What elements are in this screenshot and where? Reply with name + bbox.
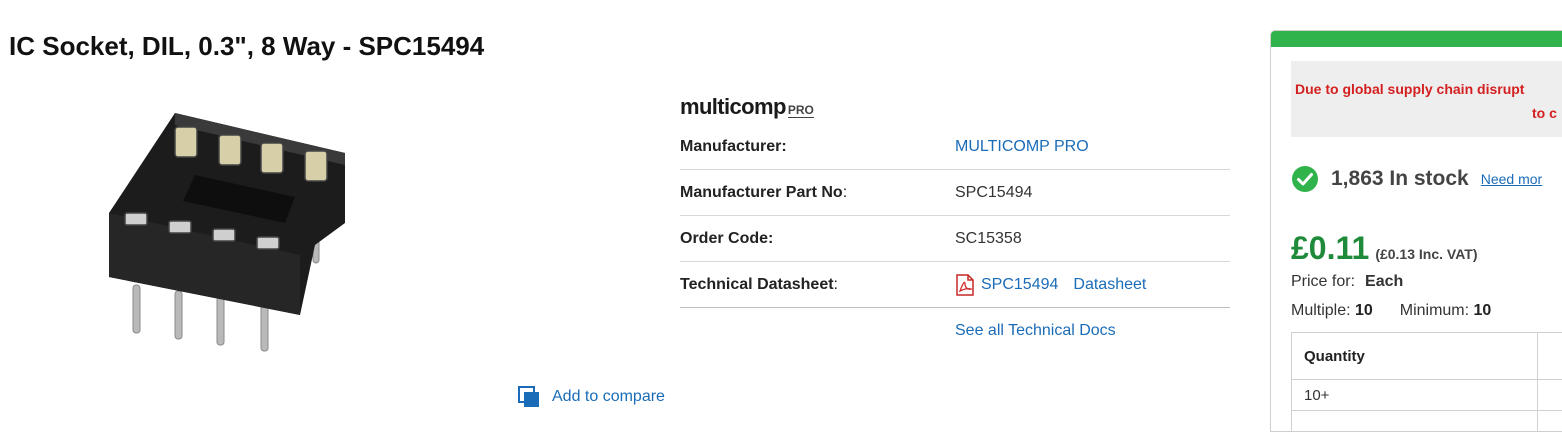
brand-suffix: PRO: [788, 103, 814, 118]
table-row: [1292, 411, 1562, 432]
compare-icon: [518, 386, 540, 408]
manufacturer-link[interactable]: MULTICOMP PRO: [955, 138, 1089, 156]
brand-logo: multicompPRO: [680, 94, 814, 120]
spec-row-part-no: Manufacturer Part No: SPC15494: [680, 170, 1230, 216]
datasheet-link[interactable]: SPC15494 Datasheet: [955, 274, 1146, 296]
multiple-minimum: Multiple: 10 Minimum: 10: [1291, 302, 1491, 320]
pdf-icon: [955, 274, 975, 296]
spec-label-text: Technical Datasheet: [680, 276, 834, 293]
spec-label: Manufacturer:: [680, 138, 955, 156]
price-for: Price for: Each: [1291, 273, 1403, 291]
quantity-cell: 10+: [1292, 380, 1538, 411]
quantity-header: Quantity: [1292, 333, 1538, 380]
buy-panel: Due to global supply chain disrupt to c …: [1270, 30, 1562, 432]
supply-chain-notice: Due to global supply chain disrupt to c: [1291, 61, 1562, 137]
product-title: IC Socket, DIL, 0.3", 8 Way - SPC15494: [9, 31, 484, 62]
multiple-label: Multiple:: [1291, 302, 1351, 319]
need-more-link[interactable]: Need mor: [1481, 171, 1542, 187]
table-cell: [1538, 380, 1562, 411]
product-image: [95, 105, 355, 360]
add-to-compare-button[interactable]: Add to compare: [518, 386, 665, 408]
price-inc-vat: (£0.13 Inc. VAT): [1375, 246, 1477, 262]
stock-count: 1,863 In stock: [1331, 167, 1469, 191]
spec-label-colon: :: [843, 184, 847, 201]
spec-row-datasheet: Technical Datasheet: SPC15494 Datasheet: [680, 262, 1230, 308]
price-break-table: Quantity 10+: [1291, 332, 1562, 432]
datasheet-word-link[interactable]: Datasheet: [1073, 276, 1146, 294]
price-for-label: Price for:: [1291, 273, 1355, 290]
spec-row-order-code: Order Code: SC15358: [680, 216, 1230, 262]
spec-row-manufacturer: Manufacturer: MULTICOMP PRO: [680, 124, 1230, 170]
spec-label: Manufacturer Part No:: [680, 184, 955, 202]
datasheet-part-link[interactable]: SPC15494: [981, 276, 1058, 294]
spec-label-colon: :: [834, 276, 838, 293]
table-header-row: Quantity: [1292, 333, 1562, 380]
quantity-cell: [1292, 411, 1538, 432]
add-to-compare-label: Add to compare: [552, 388, 665, 406]
unit-price: £0.11: [1291, 230, 1369, 267]
spec-label-text: Manufacturer Part No: [680, 184, 843, 201]
order-code-value: SC15358: [955, 230, 1022, 248]
spec-label: Technical Datasheet:: [680, 276, 955, 294]
table-row: 10+: [1292, 380, 1562, 411]
panel-accent-bar: [1271, 31, 1562, 47]
brand-name: multicomp: [680, 94, 786, 119]
spec-label: Order Code:: [680, 230, 955, 248]
spec-table: Manufacturer: MULTICOMP PRO Manufacturer…: [680, 124, 1230, 308]
minimum-label: Minimum:: [1400, 302, 1469, 319]
part-no-value: SPC15494: [955, 184, 1032, 202]
table-cell: [1538, 411, 1562, 432]
price-for-value: Each: [1365, 273, 1403, 290]
stock-status: 1,863 In stock Need mor: [1291, 165, 1542, 193]
check-circle-icon: [1291, 165, 1319, 193]
minimum-value: 10: [1474, 302, 1492, 319]
price-row: £0.11 (£0.13 Inc. VAT): [1291, 230, 1478, 267]
table-header-cell: [1538, 333, 1562, 380]
see-all-docs-link[interactable]: See all Technical Docs: [955, 322, 1116, 340]
notice-line-1: Due to global supply chain disrupt: [1295, 81, 1524, 97]
multiple-value: 10: [1355, 302, 1373, 319]
notice-line-2: to c: [1532, 105, 1557, 121]
